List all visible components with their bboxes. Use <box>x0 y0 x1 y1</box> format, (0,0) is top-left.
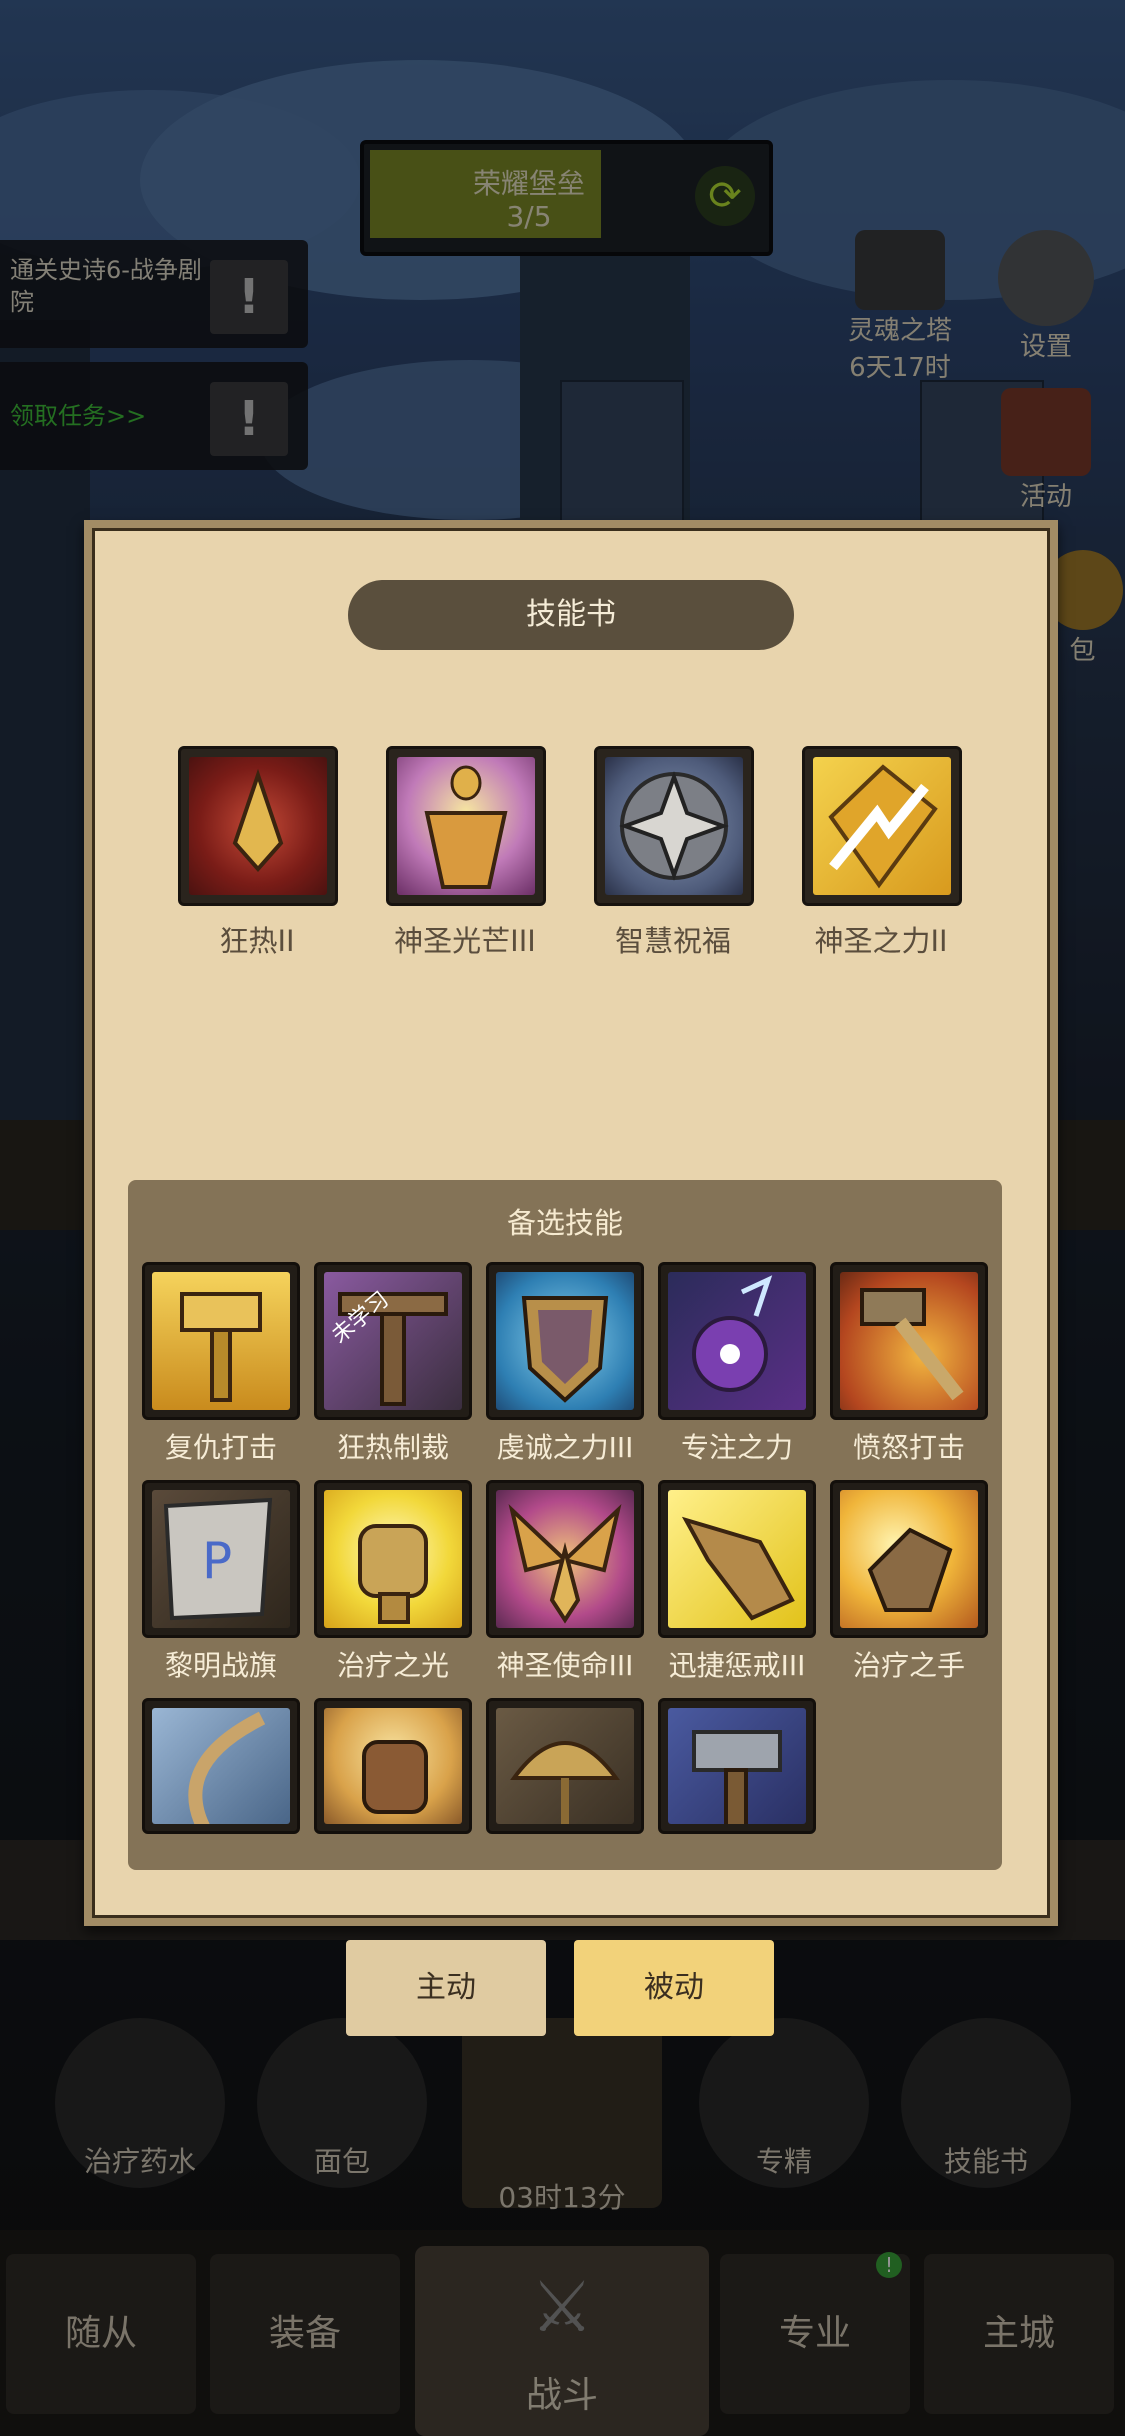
skill-label: 迅捷惩戒III <box>668 1649 806 1682</box>
swift-chastise-hand-icon <box>681 1516 795 1621</box>
skill-label: 狂热制裁 <box>336 1431 449 1464</box>
skill-label: 复仇打击 <box>164 1431 277 1464</box>
skillbook-dialog: 技能书 狂热II 神圣光芒III 智慧祝福 神圣之力II 备选技能 复仇打击 未… <box>84 520 1058 1926</box>
wrath-hammer-icon <box>860 1288 964 1401</box>
focus-orb-icon <box>692 1275 773 1392</box>
skill-label: 治疗之光 <box>336 1649 449 1682</box>
skill-label: 愤怒打击 <box>852 1431 965 1464</box>
skill-label: 狂热II <box>219 924 295 958</box>
pool-skill-14[interactable] <box>658 1698 816 1834</box>
holy-radiance-icon <box>424 765 508 889</box>
pool-skill-5[interactable]: 愤怒打击 <box>830 1262 988 1466</box>
tab-active-skills[interactable]: 主动 <box>346 1940 546 2036</box>
pool-skill-9[interactable]: 迅捷惩戒III <box>658 1480 816 1684</box>
tab-passive-skills[interactable]: 被动 <box>574 1940 774 2036</box>
bow-icon <box>188 1711 266 1824</box>
equipped-skill-4[interactable]: 神圣之力II <box>802 746 962 960</box>
pool-skill-10[interactable]: 治疗之手 <box>830 1480 988 1684</box>
equipped-skill-1[interactable]: 狂热II <box>178 746 338 960</box>
wisdom-blessing-icon <box>619 771 729 881</box>
umbrella-shield-icon <box>510 1741 620 1824</box>
dawn-banner-icon: P <box>163 1497 273 1621</box>
pool-skill-4[interactable]: 专注之力 <box>658 1262 816 1466</box>
pool-title: 备选技能 <box>506 1206 623 1240</box>
healing-hand-icon <box>867 1527 953 1612</box>
skill-label: 黎明战旗 <box>164 1649 277 1682</box>
pool-skill-8[interactable]: 神圣使命III <box>486 1480 644 1684</box>
skill-label: 神圣之力II <box>814 924 948 958</box>
pool-skill-7[interactable]: 治疗之光 <box>314 1480 472 1684</box>
skill-label: 神圣使命III <box>496 1649 634 1682</box>
holy-might-icon <box>828 764 938 889</box>
pool-skill-3[interactable]: 虔诚之力III <box>486 1262 644 1466</box>
pool-skill-6[interactable]: P 黎明战旗 <box>142 1480 300 1684</box>
fist-icon <box>362 1740 428 1814</box>
skill-label: 虔诚之力III <box>496 1431 634 1464</box>
war-hammer-icon <box>692 1730 782 1824</box>
pool-skill-12[interactable] <box>314 1698 472 1834</box>
candidate-skills-panel: 备选技能 复仇打击 未学习 狂热制裁 虔诚之力III 专注之力 愤怒打击 P 黎… <box>128 1180 1002 1870</box>
dialog-title: 技能书 <box>348 580 794 650</box>
zeal-flame-icon <box>232 768 284 873</box>
equipped-skill-3[interactable]: 智慧祝福 <box>594 746 754 960</box>
pool-skill-13[interactable] <box>486 1698 644 1834</box>
skill-label: 专注之力 <box>680 1431 793 1464</box>
devotion-shield-icon <box>521 1296 609 1403</box>
vengeance-hammer-icon <box>180 1292 262 1402</box>
sacred-mission-wings-icon <box>508 1503 622 1624</box>
skill-label: 治疗之手 <box>852 1649 965 1682</box>
skill-label: 智慧祝福 <box>614 924 731 958</box>
pool-skill-1[interactable]: 复仇打击 <box>142 1262 300 1466</box>
pool-skill-11[interactable] <box>142 1698 300 1834</box>
pool-skill-2[interactable]: 未学习 狂热制裁 <box>314 1262 472 1466</box>
svg-text:P: P <box>202 1532 232 1590</box>
skill-label: 神圣光芒III <box>394 924 536 958</box>
equipped-skill-2[interactable]: 神圣光芒III <box>386 746 546 960</box>
healing-light-fist-icon <box>358 1524 428 1624</box>
